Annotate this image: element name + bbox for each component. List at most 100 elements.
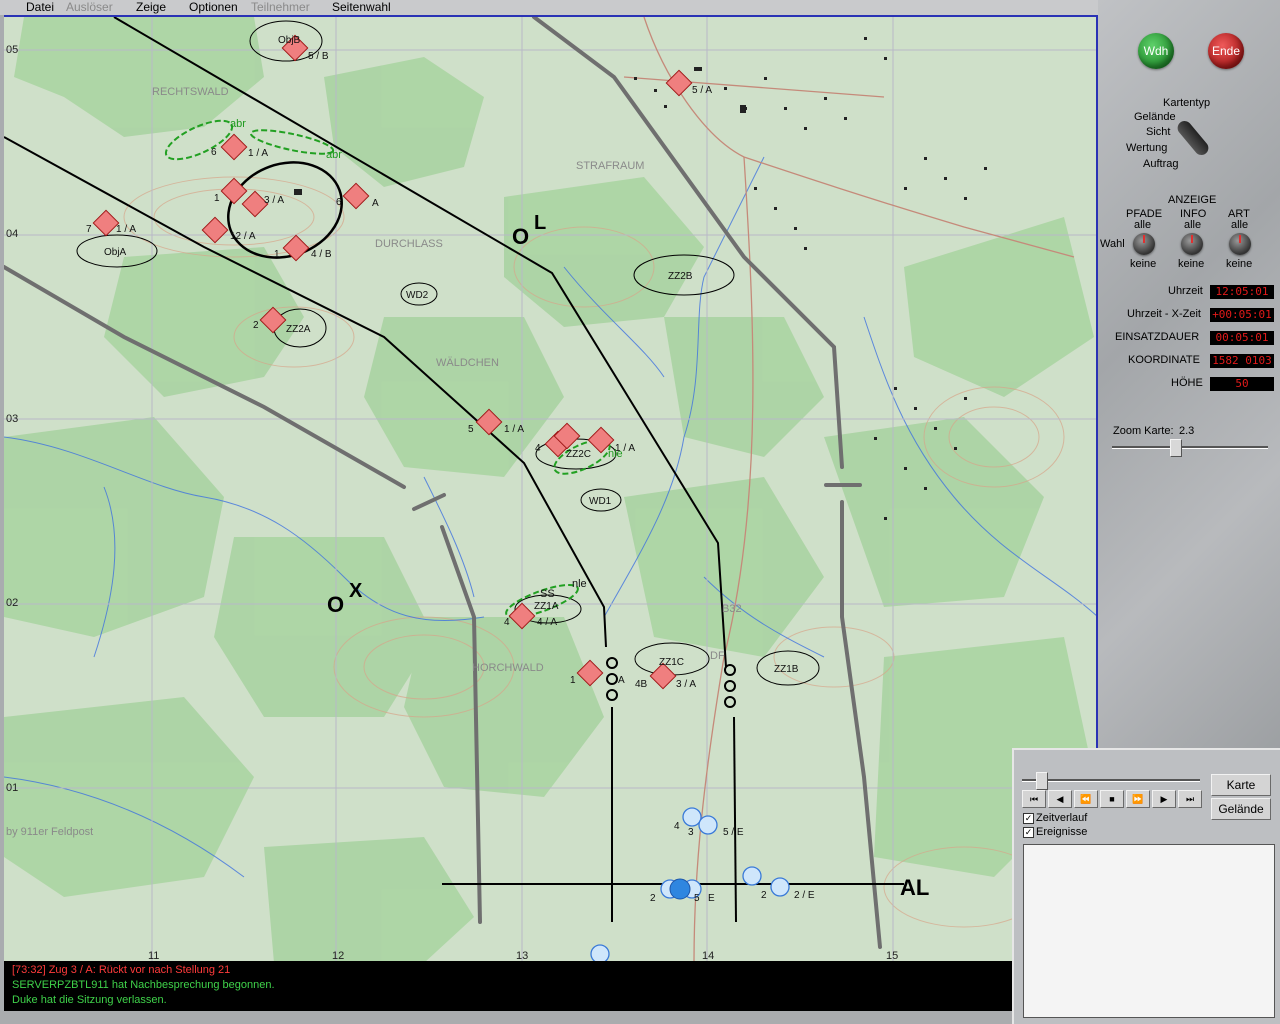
obj-zz1b: ZZ1B xyxy=(774,664,799,675)
place-horchwald: HORCHWALD xyxy=(472,662,544,674)
place-b32: B32 xyxy=(722,603,742,615)
zoom-slider-track[interactable] xyxy=(1112,446,1268,449)
last-icon[interactable]: ⏭ xyxy=(1178,790,1202,808)
art-keine: keine xyxy=(1226,258,1253,270)
phase-line-x: X xyxy=(349,580,363,602)
unit-label: 7 xyxy=(86,224,92,235)
log-line-3: Duke hat die Sitzung verlassen. xyxy=(12,994,167,1006)
einsatzdauer-label: EINSATZDAUER xyxy=(1115,331,1200,343)
unit-label: A xyxy=(372,198,379,209)
grid-label-x15: 15 xyxy=(886,950,898,961)
grid-label-x14: 14 xyxy=(702,950,714,961)
grid-label-x12: 12 xyxy=(332,950,344,961)
zoom-label: Zoom Karte: xyxy=(1113,425,1174,437)
unit-label: 12 / A xyxy=(230,231,256,242)
unit-label: 5 / B xyxy=(308,51,329,62)
phase-line-o1: O xyxy=(512,224,529,249)
fast-forward-icon[interactable]: ⏩ xyxy=(1126,790,1150,808)
replay-panel: ⏮ ◀ ⏪ ■ ⏩ ▶ ⏭ Karte Gelände ✓ Zeitverlau… xyxy=(1012,748,1280,1024)
obj-zz1a: ZZ1A xyxy=(534,601,559,612)
place-durchlass: DURCHLASS xyxy=(375,238,443,250)
grid-label-y03: 03 xyxy=(6,413,18,425)
unit-label: A xyxy=(618,675,625,686)
ereignisse-label: Ereignisse xyxy=(1036,826,1088,838)
menu-ausloeser[interactable]: Auslöser xyxy=(66,0,113,15)
menu-optionen[interactable]: Optionen xyxy=(189,0,238,15)
map-canvas[interactable]: RECHTSWALD STRAFRAUM DURCHLASS WÄLDCHEN … xyxy=(4,17,1098,961)
message-log: [73:32] Zug 3 / A: Rückt vor nach Stellu… xyxy=(4,961,1012,1011)
first-icon[interactable]: ⏮ xyxy=(1022,790,1046,808)
green-label-nle2: nle xyxy=(572,578,587,590)
stop-icon[interactable]: ■ xyxy=(1100,790,1124,808)
unit-label: 1 xyxy=(214,193,220,204)
unit-label: 5 xyxy=(694,893,700,904)
anzeige-title: ANZEIGE xyxy=(1168,194,1217,206)
unit-label: 1 xyxy=(570,675,576,686)
menu-bar: Datei Auslöser Zeige Optionen Teilnehmer… xyxy=(0,0,1098,15)
grid-label-y04: 04 xyxy=(6,228,18,240)
log-text: [73:32] Zug 3 / A: Rückt vor nach Stellu… xyxy=(12,964,231,976)
koordinate-label: KOORDINATE xyxy=(1128,354,1200,366)
unit-label: 4 / B xyxy=(311,249,332,260)
log-line-1: [73:32] Zug 3 / A: Rückt vor nach Stellu… xyxy=(12,964,230,976)
wdh-button[interactable]: Wdh xyxy=(1138,33,1174,69)
obj-zz1c: ZZ1C xyxy=(659,657,684,668)
events-list[interactable] xyxy=(1023,844,1275,1018)
replay-timeline-thumb[interactable] xyxy=(1036,772,1048,790)
obj-objb: ObjB xyxy=(278,35,301,46)
pfade-keine: keine xyxy=(1130,258,1157,270)
tactical-map[interactable]: RECHTSWALD STRAFRAUM DURCHLASS WÄLDCHEN … xyxy=(4,15,1098,961)
obj-zz2b: ZZ2B xyxy=(668,271,693,282)
zeitverlauf-label: Zeitverlauf xyxy=(1036,812,1088,824)
ereignisse-checkbox[interactable]: ✓ xyxy=(1023,827,1034,838)
menu-teilnehmer[interactable]: Teilnehmer xyxy=(251,0,310,15)
play-icon[interactable]: ▶ xyxy=(1152,790,1176,808)
zoom-slider-thumb[interactable] xyxy=(1170,439,1182,457)
menu-datei[interactable]: Datei xyxy=(26,0,54,15)
step-back-icon[interactable]: ◀ xyxy=(1048,790,1072,808)
gelaende-button[interactable]: Gelände xyxy=(1211,798,1271,820)
art-alle: alle xyxy=(1231,219,1249,231)
unit-label: 2 / E xyxy=(794,890,815,901)
green-label-ss: SS xyxy=(540,588,555,600)
unit-label: 3 xyxy=(688,827,694,838)
zoom-value: 2.3 xyxy=(1179,425,1195,437)
place-rechtswald: RECHTSWALD xyxy=(152,86,229,98)
zeitverlauf-checkbox[interactable]: ✓ xyxy=(1023,813,1034,824)
kartentyp-selector-knob[interactable] xyxy=(1174,118,1212,158)
obj-wd2: WD2 xyxy=(406,290,429,301)
log-text: Duke hat die Sitzung verlassen. xyxy=(12,994,167,1006)
unit-label: 3 / A xyxy=(264,195,284,206)
place-df: DF xyxy=(710,650,725,662)
menu-zeige[interactable]: Zeige xyxy=(136,0,166,15)
wahl-label: Wahl xyxy=(1100,238,1125,250)
rewind-icon[interactable]: ⏪ xyxy=(1074,790,1098,808)
info-keine: keine xyxy=(1178,258,1205,270)
replay-timeline-track[interactable] xyxy=(1022,779,1200,782)
info-knob[interactable] xyxy=(1181,233,1203,255)
obj-zz2c: ZZ2C xyxy=(566,449,591,460)
unit-label: 5 / A xyxy=(692,85,712,96)
kartentyp-auftrag[interactable]: Auftrag xyxy=(1143,158,1178,170)
hoehe-value: 50 xyxy=(1210,377,1274,391)
grid-label-y01: 01 xyxy=(6,782,18,794)
kartentyp-gelaende[interactable]: Gelände xyxy=(1134,111,1176,123)
art-knob[interactable] xyxy=(1229,233,1251,255)
pfade-alle: alle xyxy=(1134,219,1152,231)
unit-label: 4B xyxy=(635,679,648,690)
unit-label: 4 / A xyxy=(537,617,557,628)
log-text: SERVERPZBTL911 hat Nachbesprechung begon… xyxy=(12,979,275,991)
kartentyp-wertung[interactable]: Wertung xyxy=(1126,142,1167,154)
menu-seitenwahl[interactable]: Seitenwahl xyxy=(332,0,391,15)
grid-label-y02: 02 xyxy=(6,597,18,609)
xzeit-label: Uhrzeit - X-Zeit xyxy=(1127,308,1201,320)
pfade-knob[interactable] xyxy=(1133,233,1155,255)
ende-button[interactable]: Ende xyxy=(1208,33,1244,69)
unit-label: 1 / A xyxy=(615,443,635,454)
karte-button[interactable]: Karte xyxy=(1211,774,1271,796)
place-strafraum: STRAFRAUM xyxy=(576,160,644,172)
unit-label: 6 xyxy=(211,147,217,158)
unit-label: 2 xyxy=(650,893,656,904)
koordinate-value: 1582 0103 xyxy=(1210,354,1274,368)
kartentyp-sicht[interactable]: Sicht xyxy=(1146,126,1170,138)
